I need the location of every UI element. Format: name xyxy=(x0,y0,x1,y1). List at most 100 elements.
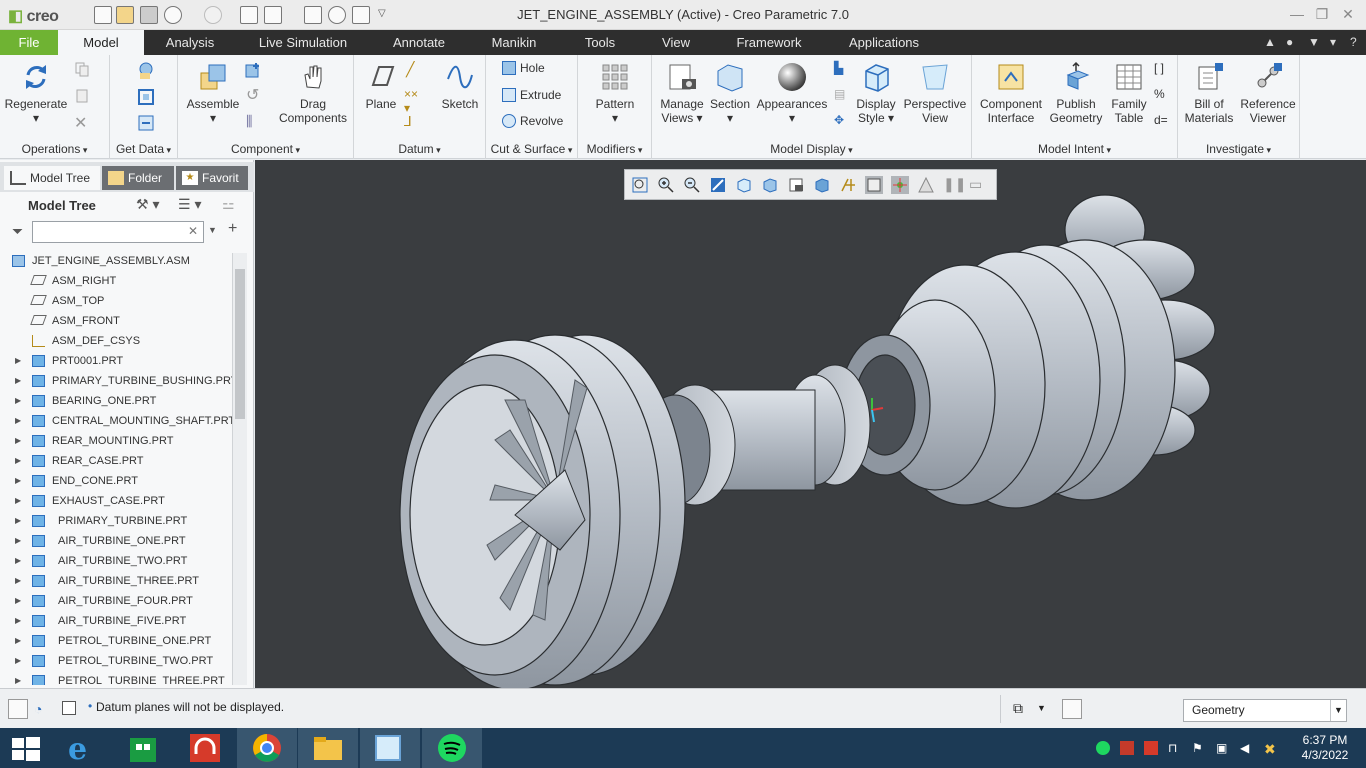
close-icon[interactable]: ✕ xyxy=(1340,6,1356,22)
section-button[interactable]: Section ▾ xyxy=(708,61,752,125)
expand-arrow-icon[interactable]: ▶ xyxy=(15,471,21,491)
group-label-model-intent[interactable]: Model Intent xyxy=(972,142,1177,156)
tab-view[interactable]: View xyxy=(654,30,698,55)
zoom-in-icon[interactable] xyxy=(657,176,675,194)
tab-analysis[interactable]: Analysis xyxy=(158,30,222,55)
tree-item[interactable]: ASM_TOP xyxy=(0,291,232,311)
tab-favorites[interactable]: ★ Favorit xyxy=(176,166,248,190)
hole-button[interactable]: Hole xyxy=(502,59,545,77)
drag-components-button[interactable]: Drag Components xyxy=(274,61,352,125)
volume-icon[interactable]: ◀ xyxy=(1240,741,1254,755)
tree-item[interactable]: ▶ AIR_TURBINE_THREE.PRT xyxy=(0,571,232,591)
help-menu-icon[interactable]: ▾ xyxy=(1330,35,1336,49)
group-label-model-display[interactable]: Model Display xyxy=(652,142,971,156)
group-label-get-data[interactable]: Get Data xyxy=(110,142,177,156)
tab-folder-browser[interactable]: Folder xyxy=(102,166,174,190)
tree-item[interactable]: ▶ PETROL_TURBINE_TWO.PRT xyxy=(0,651,232,671)
internet-explorer-icon[interactable]: e xyxy=(54,728,114,768)
tab-model-tree[interactable]: Model Tree xyxy=(4,166,100,190)
show-menu-icon[interactable]: ☰ ▾ xyxy=(178,196,201,213)
scrollbar-thumb[interactable] xyxy=(235,269,245,419)
store-icon[interactable] xyxy=(114,728,174,768)
csys-icon[interactable]: ⅃ xyxy=(404,113,420,129)
relations-icon[interactable]: [ ] xyxy=(1154,61,1170,77)
user-defined-feature-icon[interactable] xyxy=(136,61,156,81)
repeat-icon[interactable]: ↺ xyxy=(246,85,262,104)
solidworks-tray-icon[interactable] xyxy=(1120,741,1134,755)
zoom-out-icon[interactable] xyxy=(683,176,701,194)
tree-item[interactable]: ▶ AIR_TURBINE_FIVE.PRT xyxy=(0,611,232,631)
expand-arrow-icon[interactable]: ▶ xyxy=(15,511,21,531)
headphones-app-icon[interactable] xyxy=(176,728,236,768)
switch-dimensions-icon[interactable]: d= xyxy=(1154,113,1170,129)
tab-applications[interactable]: Applications xyxy=(840,30,928,55)
expand-arrow-icon[interactable]: ▶ xyxy=(15,591,21,611)
paste-icon[interactable] xyxy=(74,87,90,103)
find-tool-button[interactable]: ⧉ ▼ xyxy=(1000,695,1048,723)
chrome-icon[interactable] xyxy=(237,728,297,768)
extrude-button[interactable]: Extrude xyxy=(502,86,561,104)
tree-item[interactable]: ▶ AIR_TURBINE_ONE.PRT xyxy=(0,531,232,551)
spotify-tray-icon[interactable] xyxy=(1096,741,1110,755)
expand-arrow-icon[interactable]: ▶ xyxy=(15,671,21,685)
mirror-component-icon[interactable]: ⫼ xyxy=(246,113,262,129)
expand-arrow-icon[interactable]: ▶ xyxy=(15,391,21,411)
appearances-button[interactable]: Appearances ▾ xyxy=(754,61,830,125)
tree-item[interactable]: ▶ PETROL_TURBINE_THREE.PRT xyxy=(0,671,232,685)
graphics-window[interactable]: ❚❚ ▭ xyxy=(255,160,1366,688)
spin-center-icon[interactable] xyxy=(891,176,909,194)
search-dropdown-icon[interactable]: ▼ xyxy=(208,225,217,235)
tree-item[interactable]: ▶ BEARING_ONE.PRT xyxy=(0,391,232,411)
plane-button[interactable]: Plane xyxy=(360,61,402,111)
group-label-investigate[interactable]: Investigate xyxy=(1178,142,1299,156)
tree-item[interactable]: ▶ PETROL_TURBINE_ONE.PRT xyxy=(0,631,232,651)
pause-icon[interactable]: ❚❚ xyxy=(943,176,966,194)
clock[interactable]: 6:37 PM 4/3/2022 xyxy=(1290,733,1360,763)
copy-icon[interactable] xyxy=(74,61,90,77)
sketch-button[interactable]: Sketch xyxy=(438,61,482,111)
tab-tools[interactable]: Tools xyxy=(574,30,626,55)
annotation-display-icon[interactable] xyxy=(865,176,883,194)
tree-scrollbar[interactable] xyxy=(232,253,247,685)
toggle-navigator-icon[interactable] xyxy=(8,699,28,719)
view-manager-icon[interactable] xyxy=(787,176,805,194)
help-icon[interactable]: ? xyxy=(1350,35,1357,49)
display-style-button[interactable]: Display Style ▾ xyxy=(850,61,902,125)
tree-item[interactable]: ▶ EXHAUST_CASE.PRT xyxy=(0,491,232,511)
refit-icon[interactable] xyxy=(631,176,649,194)
group-label-component[interactable]: Component xyxy=(178,142,353,156)
tab-file[interactable]: File xyxy=(0,30,58,55)
tree-item[interactable]: ▶ AIR_TURBINE_TWO.PRT xyxy=(0,551,232,571)
selection-filter-dropdown[interactable]: Geometry ▼ xyxy=(1183,699,1347,722)
flag-tray-icon[interactable]: ⚑ xyxy=(1192,741,1206,755)
user-icon[interactable]: ● xyxy=(1286,35,1293,49)
copy-geometry-icon[interactable] xyxy=(136,87,156,107)
family-table-button[interactable]: Family Table xyxy=(1106,61,1152,125)
tab-live-simulation[interactable]: Live Simulation xyxy=(252,30,354,55)
network-tray-icon[interactable]: ▣ xyxy=(1216,741,1230,755)
shrinkwrap-icon[interactable] xyxy=(136,113,156,133)
tree-settings-icon[interactable]: ⚒ ▾ xyxy=(136,196,159,213)
start-button[interactable] xyxy=(0,728,60,768)
revolve-button[interactable]: Revolve xyxy=(502,112,563,130)
tree-item[interactable]: ▶ PRT0001.PRT xyxy=(0,351,232,371)
spotify-icon[interactable] xyxy=(422,728,482,768)
datum-display-icon[interactable] xyxy=(839,176,857,194)
assemble-button[interactable]: Assemble ▾ xyxy=(182,61,244,125)
expand-arrow-icon[interactable]: ▶ xyxy=(15,351,21,371)
full-screen-icon[interactable] xyxy=(62,701,76,715)
minimize-ribbon-icon[interactable]: ▲ xyxy=(1264,35,1276,49)
browser-icon[interactable]: ◔ xyxy=(34,701,42,717)
perspective-toolbar-icon[interactable] xyxy=(813,176,831,194)
group-label-modifiers[interactable]: Modifiers xyxy=(578,142,651,156)
group-label-cut-surface[interactable]: Cut & Surface xyxy=(486,142,577,156)
expand-arrow-icon[interactable]: ▶ xyxy=(15,531,21,551)
selection-buffer-icon[interactable] xyxy=(1062,699,1082,719)
add-filter-icon[interactable]: + xyxy=(228,220,237,238)
file-explorer-icon[interactable] xyxy=(298,728,358,768)
tree-item[interactable]: ▶ PRIMARY_TURBINE.PRT xyxy=(0,511,232,531)
group-label-operations[interactable]: Operations xyxy=(0,142,109,156)
expand-arrow-icon[interactable]: ▶ xyxy=(15,411,21,431)
delete-icon[interactable]: ✕ xyxy=(74,113,90,132)
tree-item[interactable]: ▶ AIR_TURBINE_FOUR.PRT xyxy=(0,591,232,611)
